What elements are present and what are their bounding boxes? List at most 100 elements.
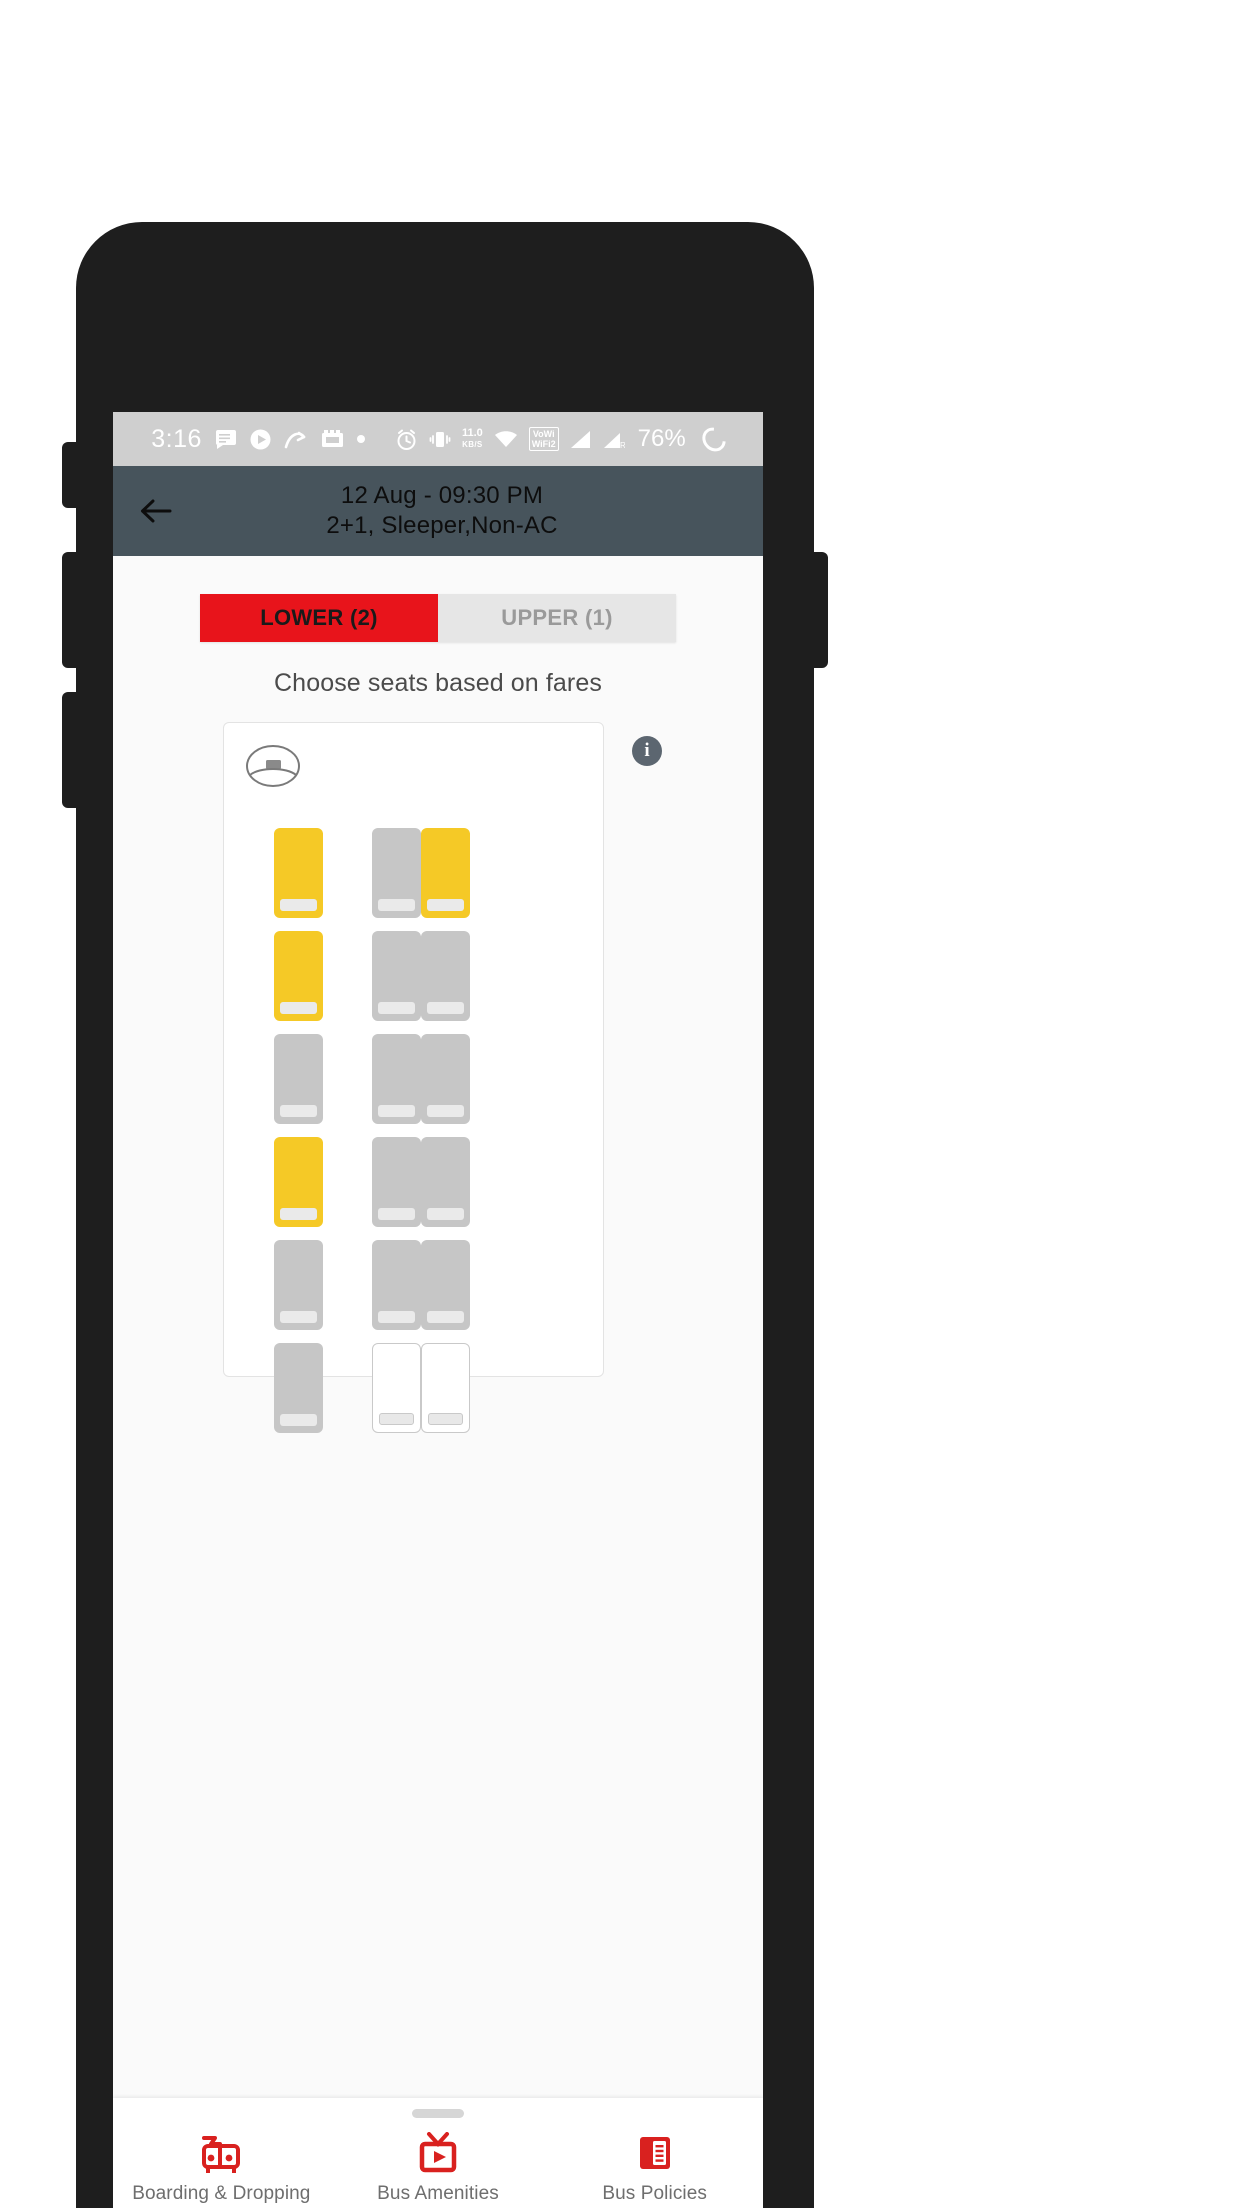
seat-cell (421, 1034, 470, 1124)
seat-cell (274, 1137, 323, 1227)
seat-booked[interactable] (421, 1034, 470, 1124)
nav-item-boarding-dropping[interactable]: Boarding & Dropping (113, 2130, 330, 2205)
seat-cell (421, 828, 470, 918)
seat-cell (372, 1034, 421, 1124)
seat-booked[interactable] (421, 931, 470, 1021)
phone-side-button-mute[interactable] (62, 442, 78, 508)
tab-upper-deck[interactable]: UPPER (1) (438, 594, 676, 642)
tab-lower-deck[interactable]: LOWER (2) (200, 594, 438, 642)
nav-item-bus-policies[interactable]: Bus Policies (546, 2130, 763, 2205)
seat-selected[interactable] (274, 828, 323, 918)
seat-cell (421, 1137, 470, 1227)
message-icon (215, 429, 237, 449)
seat-cell (274, 1240, 323, 1330)
seat-pillow (378, 899, 415, 911)
seat-booked[interactable] (372, 1034, 421, 1124)
status-bar: 3:16 11.0 KB/S VoWi WiFi2 R 76% (113, 412, 763, 466)
seat-cell (274, 931, 323, 1021)
seat-cell (274, 828, 323, 918)
seatmap-wrapper: i (113, 722, 763, 1433)
phone-side-button-power[interactable] (812, 552, 828, 668)
bottom-nav: Boarding & Dropping Bus Amenities Bus Po… (113, 2130, 763, 2205)
data-speed-indicator: 11.0 KB/S (462, 428, 483, 450)
seat-pillow (280, 1105, 317, 1117)
steering-wheel-icon (246, 745, 300, 787)
seat-pillow (378, 1002, 415, 1014)
data-speed-value: 11.0 (461, 427, 483, 439)
seat-pillow (378, 1208, 415, 1220)
seat-selected[interactable] (421, 828, 470, 918)
header-title-block: 12 Aug - 09:30 PM 2+1, Sleeper,Non-AC (191, 481, 763, 541)
seat-booked[interactable] (372, 1240, 421, 1330)
seat-cell (274, 1343, 323, 1433)
seat-pillow (378, 1105, 415, 1117)
share-icon (284, 429, 308, 450)
signal-bars-roaming-icon: R (603, 430, 625, 449)
seat-cell (421, 931, 470, 1021)
seat-available[interactable] (421, 1343, 470, 1433)
vowifi-line-1: VoWi (532, 429, 555, 439)
seat-booked[interactable] (421, 1240, 470, 1330)
battery-percent: 76% (637, 425, 686, 452)
seat-booked[interactable] (274, 1343, 323, 1433)
alarm-icon (395, 428, 418, 451)
bottom-sheet: Boarding & Dropping Bus Amenities Bus Po… (113, 2098, 763, 2208)
seat-booked[interactable] (421, 1137, 470, 1227)
seat-selected[interactable] (274, 931, 323, 1021)
status-bar-clock: 3:16 (151, 424, 202, 453)
seat-pillow (427, 1105, 464, 1117)
seat-pillow (427, 1311, 464, 1323)
bottom-sheet-drag-handle[interactable] (412, 2109, 464, 2118)
seat-grid (274, 828, 470, 1433)
seat-booked[interactable] (372, 1137, 421, 1227)
seat-selected[interactable] (274, 1137, 323, 1227)
choose-seats-label: Choose seats based on fares (274, 669, 602, 697)
seat-selection-content: LOWER (2) UPPER (1) Choose seats based o… (113, 594, 763, 2208)
trip-datetime: 12 Aug - 09:30 PM (340, 481, 544, 509)
wifi-icon (494, 430, 518, 449)
seat-pillow (378, 1311, 415, 1323)
info-icon-label: i (644, 740, 650, 761)
seat-cell (372, 931, 421, 1021)
play-circle-icon (250, 429, 271, 450)
nav-item-bus-amenities[interactable]: Bus Amenities (330, 2130, 547, 2205)
seat-cell (372, 1137, 421, 1227)
seat-pillow (379, 1413, 414, 1425)
tab-lower-deck-label: LOWER (2) (260, 605, 378, 630)
document-icon (632, 2130, 678, 2174)
data-speed-unit: KB/S (462, 440, 483, 449)
seat-cell (274, 1034, 323, 1124)
nav-label-boarding-dropping: Boarding & Dropping (132, 2183, 311, 2204)
deck-tab-bar: LOWER (2) UPPER (1) (200, 594, 676, 642)
signal-bars-icon (570, 430, 592, 449)
arrow-left-icon (141, 499, 172, 523)
nav-label-bus-amenities: Bus Amenities (377, 2183, 499, 2204)
seat-cell (421, 1240, 470, 1330)
seat-booked[interactable] (274, 1240, 323, 1330)
seat-pillow (427, 899, 464, 911)
seat-booked[interactable] (274, 1034, 323, 1124)
phone-screen: 3:16 11.0 KB/S VoWi WiFi2 R 76% 12 Aug -… (113, 412, 763, 2208)
phone-side-button-volume-down[interactable] (62, 692, 78, 808)
bus-icon (198, 2130, 244, 2174)
back-button[interactable] (121, 498, 191, 524)
seat-pillow (280, 899, 317, 911)
seat-booked[interactable] (372, 931, 421, 1021)
seat-pillow (280, 1208, 317, 1220)
tv-icon (415, 2130, 461, 2174)
seatmap-card (223, 722, 604, 1433)
seat-booked[interactable] (372, 828, 421, 918)
bus-type-label: 2+1, Sleeper,Non-AC (326, 512, 558, 539)
charging-spinner-icon (697, 422, 731, 456)
nav-label-bus-policies: Bus Policies (602, 2183, 708, 2204)
phone-frame: 3:16 11.0 KB/S VoWi WiFi2 R 76% 12 Aug -… (62, 222, 828, 2208)
seat-cell (372, 828, 421, 918)
seat-available[interactable] (372, 1343, 421, 1433)
vowifi-line-2: WiFi2 (531, 439, 556, 449)
phone-side-button-volume-up[interactable] (62, 552, 78, 668)
seat-cell (421, 1343, 470, 1433)
info-icon[interactable]: i (632, 736, 662, 766)
seat-pillow (427, 1002, 464, 1014)
seat-cell (372, 1343, 421, 1433)
dot-icon (356, 435, 365, 443)
